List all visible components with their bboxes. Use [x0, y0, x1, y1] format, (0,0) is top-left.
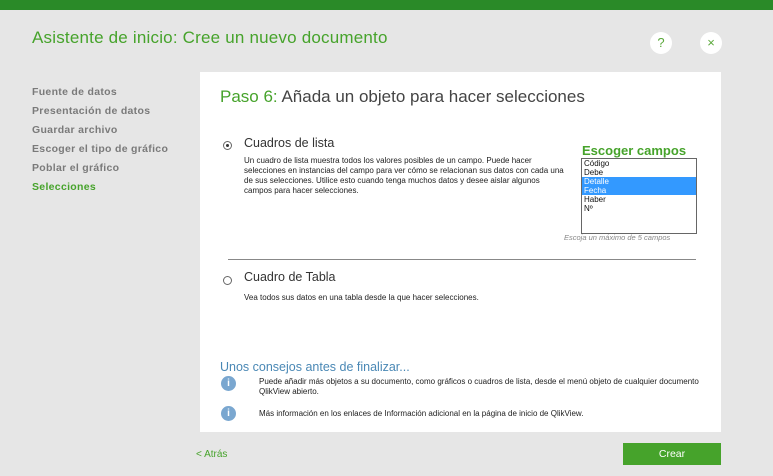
listbox-description: Un cuadro de lista muestra todos los val…: [244, 156, 564, 195]
step-heading: Añada un objeto para hacer selecciones: [281, 87, 585, 106]
create-button[interactable]: Crear: [623, 443, 721, 465]
help-button[interactable]: ?: [650, 32, 672, 54]
close-button[interactable]: ×: [700, 32, 722, 54]
sidebar-item-chart-type[interactable]: Escoger el tipo de gráfico: [32, 140, 202, 159]
sidebar-item-save-file[interactable]: Guardar archivo: [32, 121, 202, 140]
fields-title: Escoger campos: [582, 143, 687, 158]
tips-title: Unos consejos antes de finalizar...: [220, 360, 410, 374]
info-icon: i: [221, 376, 236, 391]
table-description: Vea todos sus datos en una tabla desde l…: [244, 293, 479, 302]
tip-text: Puede añadir más objetos a su documento,…: [259, 377, 699, 396]
step-number: Paso 6:: [220, 87, 278, 106]
field-item[interactable]: Nº: [582, 204, 696, 213]
top-accent-bar: [0, 0, 773, 10]
field-item[interactable]: Haber: [582, 195, 696, 204]
window-title: Asistente de inicio: Cree un nuevo docum…: [32, 28, 388, 47]
info-icon: i: [221, 406, 236, 421]
tip-text: Más información en los enlaces de Inform…: [259, 409, 584, 418]
sidebar-item-data-source[interactable]: Fuente de datos: [32, 83, 202, 102]
field-item[interactable]: Detalle: [582, 177, 696, 186]
fields-listbox[interactable]: Código Debe Detalle Fecha Haber Nº: [581, 158, 697, 234]
listbox-option-label[interactable]: Cuadros de lista: [244, 136, 334, 150]
table-radio[interactable]: [223, 276, 232, 285]
back-link[interactable]: < Atrás: [196, 449, 227, 460]
step-panel: Paso 6: Añada un objeto para hacer selec…: [200, 72, 721, 432]
divider: [228, 259, 696, 260]
wizard-steps-sidebar: Fuente de datos Presentación de datos Gu…: [32, 83, 202, 197]
sidebar-item-selections[interactable]: Selecciones: [32, 178, 202, 197]
sidebar-item-data-presentation[interactable]: Presentación de datos: [32, 102, 202, 121]
listbox-radio[interactable]: [223, 141, 232, 150]
field-item[interactable]: Código: [582, 159, 696, 168]
step-title: Paso 6: Añada un objeto para hacer selec…: [220, 87, 585, 107]
fields-note: Escoja un máximo de 5 campos: [564, 233, 671, 242]
sidebar-item-populate-chart[interactable]: Poblar el gráfico: [32, 159, 202, 178]
field-item[interactable]: Fecha: [582, 186, 696, 195]
field-item[interactable]: Debe: [582, 168, 696, 177]
table-option-label[interactable]: Cuadro de Tabla: [244, 270, 336, 284]
